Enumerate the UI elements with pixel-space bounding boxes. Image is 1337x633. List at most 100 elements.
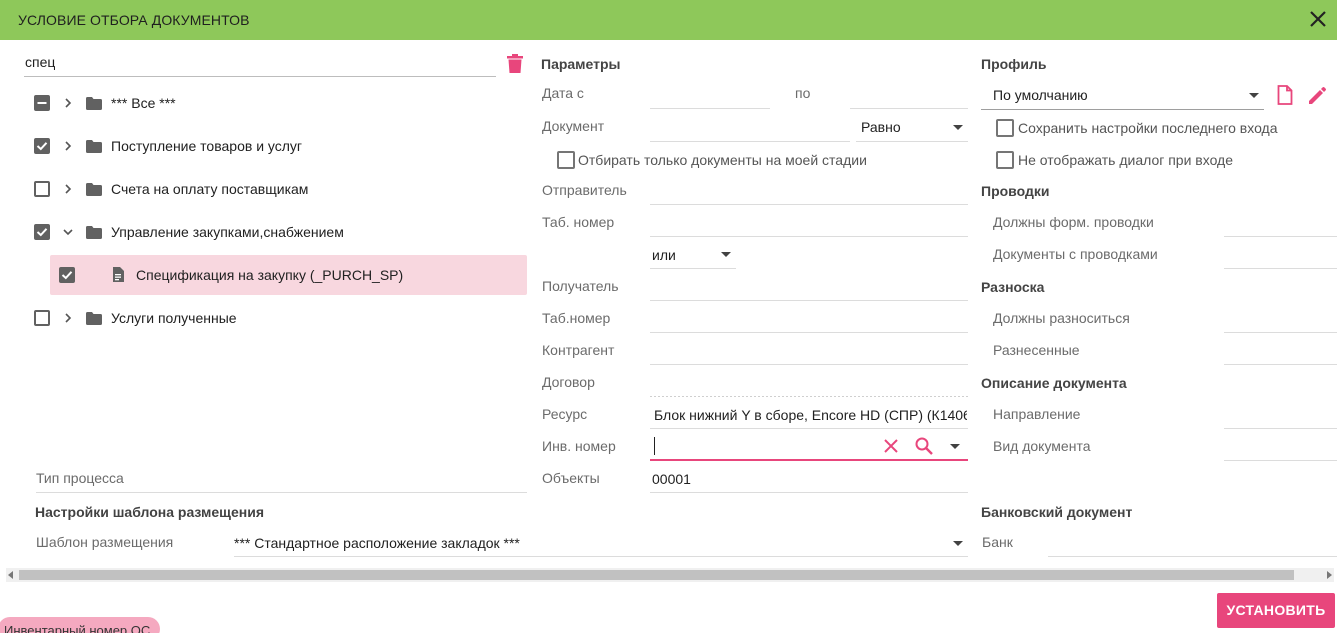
posted-field[interactable] xyxy=(1224,364,1337,365)
must-form-label: Должны форм. проводки xyxy=(993,214,1154,230)
scroll-right-icon[interactable] xyxy=(1327,571,1332,579)
tree-item[interactable]: Счета на оплату поставщикам xyxy=(24,169,526,209)
profile-section-title: Профиль xyxy=(981,56,1047,72)
placement-template-select[interactable]: *** Стандартное расположение закладок **… xyxy=(234,535,520,551)
folder-icon xyxy=(86,97,102,110)
contract-field xyxy=(650,396,968,397)
checkbox-indeterminate[interactable] xyxy=(34,95,50,111)
tree-item[interactable]: Управление закупками,снабжением xyxy=(24,212,526,252)
no-dialog-label: Не отображать диалог при входе xyxy=(1018,152,1234,168)
must-post-label: Должны разноситься xyxy=(993,310,1130,326)
document-icon xyxy=(113,267,124,282)
must-post-field[interactable] xyxy=(1224,332,1337,333)
with-postings-field[interactable] xyxy=(1224,268,1337,269)
resource-label: Ресурс xyxy=(542,406,588,422)
checkbox-checked[interactable] xyxy=(59,267,75,283)
tree-item[interactable]: Услуги полученные xyxy=(24,298,526,338)
process-type-label: Тип процесса xyxy=(36,470,124,486)
horizontal-scrollbar[interactable] xyxy=(6,568,1334,582)
tab-number-field[interactable] xyxy=(650,236,968,237)
no-dialog-checkbox[interactable] xyxy=(996,151,1014,169)
bank-field[interactable] xyxy=(1048,556,1337,557)
chevron-right-icon[interactable] xyxy=(62,96,74,110)
chevron-right-icon[interactable] xyxy=(62,182,74,196)
date-to-label: по xyxy=(795,85,811,101)
direction-field[interactable] xyxy=(1224,428,1337,429)
objects-underline xyxy=(650,492,968,493)
bank-section-title: Банковский документ xyxy=(981,504,1133,520)
profile-select[interactable]: По умолчанию xyxy=(993,87,1088,103)
close-icon[interactable] xyxy=(1305,6,1331,32)
doc-type-field[interactable] xyxy=(1224,460,1337,461)
apply-button[interactable]: УСТАНОВИТЬ xyxy=(1217,593,1335,628)
save-last-checkbox[interactable] xyxy=(996,119,1014,137)
tree-item-label: Управление закупками,снабжением xyxy=(111,224,344,240)
scrollbar-thumb[interactable] xyxy=(19,570,1294,580)
tree-item[interactable]: Поступление товаров и услуг xyxy=(24,126,526,166)
inv-number-label: Инв. номер xyxy=(542,438,616,454)
tree-item-label: Счета на оплату поставщикам xyxy=(111,181,309,197)
contract-label: Договор xyxy=(542,374,595,390)
folder-icon xyxy=(86,140,102,153)
date-to-field[interactable] xyxy=(850,108,968,109)
new-file-icon[interactable] xyxy=(1277,85,1293,105)
chevron-down-icon[interactable] xyxy=(721,252,731,257)
tab-number-label: Таб. номер xyxy=(542,214,615,230)
tree-search-input[interactable]: спец xyxy=(25,54,55,70)
edit-pencil-icon[interactable] xyxy=(1307,86,1327,106)
checkbox-unchecked[interactable] xyxy=(34,310,50,326)
folder-icon xyxy=(86,226,102,239)
search-icon[interactable] xyxy=(914,436,934,456)
chevron-down-icon[interactable] xyxy=(1249,93,1259,98)
direction-label: Направление xyxy=(993,406,1081,422)
tab-number2-field[interactable] xyxy=(650,332,968,333)
my-stage-checkbox[interactable] xyxy=(557,151,575,169)
trash-icon[interactable] xyxy=(506,54,524,74)
checkbox-checked[interactable] xyxy=(34,138,50,154)
or-select[interactable]: или xyxy=(652,247,676,263)
resource-field[interactable]: Блок нижний Y в сборе, Encore HD (СПР) (… xyxy=(654,407,967,423)
objects-label: Объекты xyxy=(542,470,600,486)
process-type-field[interactable] xyxy=(36,492,527,493)
folder-icon xyxy=(86,312,102,325)
date-from-field[interactable] xyxy=(650,108,770,109)
tree-item-label: Услуги полученные xyxy=(111,310,237,326)
tree-item-label: Поступление товаров и услуг xyxy=(111,138,303,154)
bank-label: Банк xyxy=(982,534,1013,550)
folder-icon xyxy=(86,183,102,196)
date-from-label: Дата с xyxy=(542,85,584,101)
sender-field[interactable] xyxy=(650,204,968,205)
chevron-down-icon[interactable] xyxy=(950,444,960,449)
placement-template-label: Шаблон размещения xyxy=(36,534,174,550)
scroll-left-icon[interactable] xyxy=(8,571,13,579)
text-cursor xyxy=(654,437,655,455)
tree-item[interactable]: *** Все *** xyxy=(24,83,526,123)
counterparty-field[interactable] xyxy=(650,364,968,365)
sender-label: Отправитель xyxy=(542,182,627,198)
document-label: Документ xyxy=(542,118,605,134)
chevron-down-icon[interactable] xyxy=(62,225,74,239)
document-operator-select[interactable]: Равно xyxy=(861,119,901,135)
postings-section-title: Проводки xyxy=(981,183,1050,199)
chevron-down-icon[interactable] xyxy=(953,541,963,546)
tree-item-label: *** Все *** xyxy=(111,95,176,111)
chevron-right-icon[interactable] xyxy=(62,139,74,153)
document-field[interactable] xyxy=(650,141,850,142)
or-select-underline xyxy=(650,268,736,269)
tree-item-selected[interactable]: Спецификация на закупку (_PURCH_SP) xyxy=(50,255,527,295)
recipient-field[interactable] xyxy=(650,300,968,301)
save-last-label: Сохранить настройки последнего входа xyxy=(1018,120,1278,136)
resource-underline xyxy=(650,428,968,429)
chevron-right-icon[interactable] xyxy=(62,311,74,325)
must-form-field[interactable] xyxy=(1224,236,1337,237)
checkbox-unchecked[interactable] xyxy=(34,181,50,197)
clear-icon[interactable] xyxy=(882,437,900,455)
objects-field[interactable]: 00001 xyxy=(652,471,691,487)
chevron-down-icon[interactable] xyxy=(953,125,963,130)
checkbox-checked[interactable] xyxy=(34,224,50,240)
field-chip[interactable]: Инвентарный номер ОС xyxy=(0,617,161,633)
posted-label: Разнесенные xyxy=(993,342,1080,358)
my-stage-label: Отбирать только документы на моей стадии xyxy=(578,152,867,168)
tab-number2-label: Таб.номер xyxy=(542,310,611,326)
document-operator-underline xyxy=(856,141,968,142)
